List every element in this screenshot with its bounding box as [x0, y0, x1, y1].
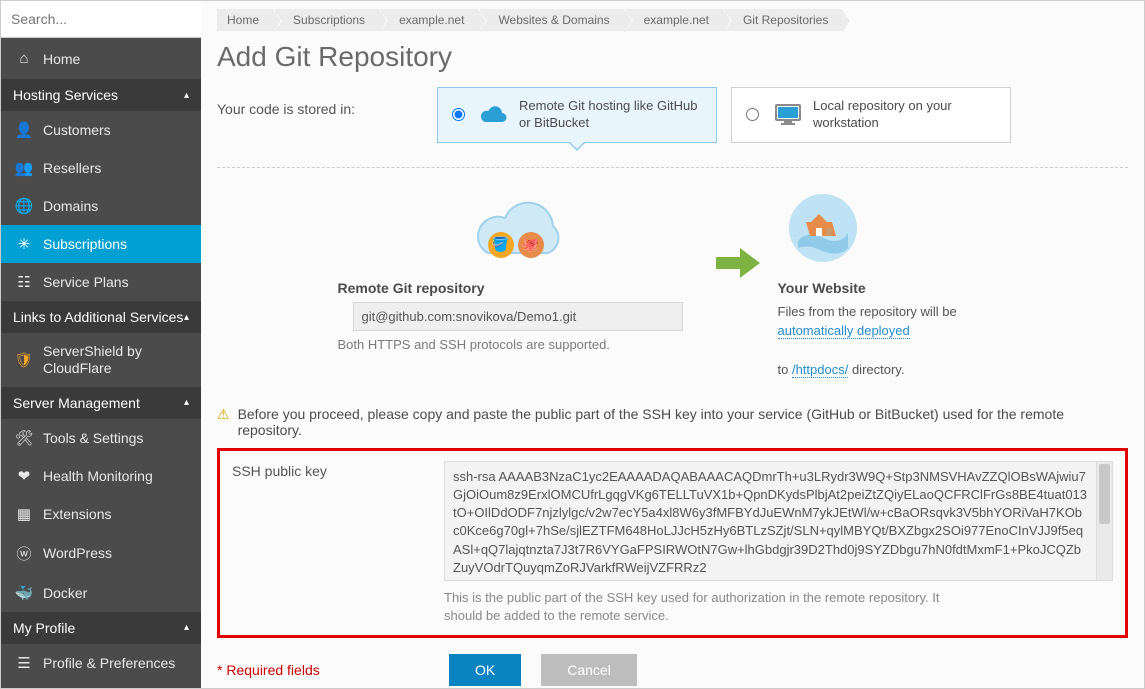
arrow-illustration: [698, 186, 778, 280]
home-icon: ⌂: [15, 50, 33, 67]
ssh-key-textarea[interactable]: ssh-rsa AAAAB3NzaC1yc2EAAAADAQABAAACAQDm…: [444, 461, 1097, 581]
users-icon: 👥: [15, 159, 33, 177]
sidebar-item-label: Tools & Settings: [43, 430, 143, 446]
sidebar-section-profile[interactable]: My Profile ▴: [1, 612, 201, 644]
cloud-icon: [479, 104, 509, 126]
tools-icon: 🛠: [15, 429, 33, 447]
breadcrumb-item[interactable]: example.net: [626, 9, 723, 31]
choice-label: Local repository on your workstation: [813, 98, 996, 132]
chevron-up-icon: ▴: [184, 312, 189, 323]
sidebar-item-label: Health Monitoring: [43, 468, 153, 484]
sidebar-item-label: Customers: [43, 122, 111, 138]
choice-remote-radio[interactable]: [452, 108, 465, 121]
plans-icon: ☷: [15, 273, 33, 291]
sidebar-item-label: Docker: [43, 585, 87, 601]
sidebar-item-wordpress[interactable]: ⓦ WordPress: [1, 533, 201, 574]
website-illustration: [778, 186, 868, 266]
wordpress-icon: ⓦ: [15, 543, 33, 564]
cloud-illustration: 🪣 🐙: [458, 186, 578, 266]
website-heading: Your Website: [778, 280, 866, 296]
auto-deploy-link[interactable]: automatically deployed: [778, 323, 910, 339]
required-fields-label: Required fields: [217, 662, 429, 678]
remote-repo-hint: Both HTTPS and SSH protocols are support…: [338, 337, 610, 352]
cancel-button[interactable]: Cancel: [541, 654, 637, 686]
remote-repo-input[interactable]: [353, 302, 683, 331]
grid-icon: ▦: [15, 505, 33, 523]
shield-icon: 🛡: [15, 351, 33, 369]
sidebar-section-server[interactable]: Server Management ▴: [1, 387, 201, 419]
chevron-up-icon: ▴: [184, 397, 189, 408]
heart-icon: ❤: [15, 467, 33, 485]
list-icon: ☰: [15, 654, 33, 672]
choice-local-repo[interactable]: Local repository on your workstation: [731, 87, 1011, 143]
sidebar-item-docker[interactable]: 🐳 Docker: [1, 574, 201, 612]
sidebar-item-health[interactable]: ❤ Health Monitoring: [1, 457, 201, 495]
bitbucket-icon: 🪣: [488, 232, 514, 258]
choice-remote-hosting[interactable]: Remote Git hosting like GitHub or BitBuc…: [437, 87, 717, 143]
sidebar-item-label: WordPress: [43, 545, 112, 561]
chevron-up-icon: ▴: [184, 622, 189, 633]
sidebar-section-hosting[interactable]: Hosting Services ▴: [1, 79, 201, 111]
ssh-key-label: SSH public key: [232, 461, 432, 625]
docker-icon: 🐳: [15, 584, 33, 602]
page-title: Add Git Repository: [217, 41, 1128, 73]
globe-icon: 🌐: [15, 197, 33, 215]
sidebar-item-label: Extensions: [43, 506, 111, 522]
sidebar-section-links[interactable]: Links to Additional Services ▴: [1, 301, 201, 333]
sidebar-item-extensions[interactable]: ▦ Extensions: [1, 495, 201, 533]
sidebar-item-service-plans[interactable]: ☷ Service Plans: [1, 263, 201, 301]
sidebar-item-home[interactable]: ⌂ Home: [1, 38, 201, 79]
main-content: Home Subscriptions example.net Websites …: [201, 1, 1144, 688]
breadcrumb-item[interactable]: Subscriptions: [275, 9, 379, 31]
sidebar-item-label: Service Plans: [43, 274, 129, 290]
sidebar-item-label: Subscriptions: [43, 236, 127, 252]
monitor-icon: [773, 103, 803, 127]
stored-in-label: Your code is stored in:: [217, 87, 427, 117]
warning-icon: ⚠: [217, 406, 230, 423]
choice-local-radio[interactable]: [746, 108, 759, 121]
gear-icon: ✳: [15, 235, 33, 253]
breadcrumb-item[interactable]: example.net: [381, 9, 478, 31]
sidebar-item-label: Resellers: [43, 160, 101, 176]
user-icon: 👤: [15, 121, 33, 139]
sidebar-item-label: Domains: [43, 198, 98, 214]
httpdocs-link[interactable]: /httpdocs/: [792, 362, 848, 378]
choice-label: Remote Git hosting like GitHub or BitBuc…: [519, 98, 702, 132]
breadcrumb-item[interactable]: Home: [217, 9, 273, 31]
sidebar-item-servershield[interactable]: 🛡 ServerShield by CloudFlare: [1, 333, 201, 387]
search-bar: 🔍: [1, 1, 201, 38]
warning-text: Before you proceed, please copy and past…: [238, 406, 1128, 438]
breadcrumb-item[interactable]: Git Repositories: [725, 9, 842, 31]
breadcrumb-item[interactable]: Websites & Domains: [480, 9, 623, 31]
remote-repo-heading: Remote Git repository: [338, 280, 485, 296]
website-description: Files from the repository will be automa…: [778, 302, 1008, 380]
sidebar-item-profile[interactable]: ☰ Profile & Preferences: [1, 644, 201, 682]
scrollbar-thumb[interactable]: [1099, 464, 1110, 524]
breadcrumb: Home Subscriptions example.net Websites …: [217, 1, 1128, 35]
sidebar-item-customers[interactable]: 👤 Customers: [1, 111, 201, 149]
sidebar-item-password[interactable]: 🔑 Change Password: [1, 682, 201, 688]
ssh-key-block: SSH public key ssh-rsa AAAAB3NzaC1yc2EAA…: [217, 448, 1128, 638]
sidebar-item-label: Home: [43, 51, 80, 67]
sidebar-item-label: ServerShield by CloudFlare: [43, 343, 189, 377]
search-input[interactable]: [7, 7, 196, 31]
sidebar-item-subscriptions[interactable]: ✳ Subscriptions: [1, 225, 201, 263]
sidebar-item-label: Profile & Preferences: [43, 655, 175, 671]
ok-button[interactable]: OK: [449, 654, 521, 686]
scrollbar[interactable]: [1097, 461, 1113, 581]
ssh-key-hint: This is the public part of the SSH key u…: [444, 589, 964, 625]
github-icon: 🐙: [518, 232, 544, 258]
chevron-up-icon: ▴: [184, 90, 189, 101]
sidebar-item-tools[interactable]: 🛠 Tools & Settings: [1, 419, 201, 457]
sidebar-item-domains[interactable]: 🌐 Domains: [1, 187, 201, 225]
sidebar-item-resellers[interactable]: 👥 Resellers: [1, 149, 201, 187]
sidebar: 🔍 ⌂ Home Hosting Services ▴ 👤 Customers …: [1, 1, 201, 688]
